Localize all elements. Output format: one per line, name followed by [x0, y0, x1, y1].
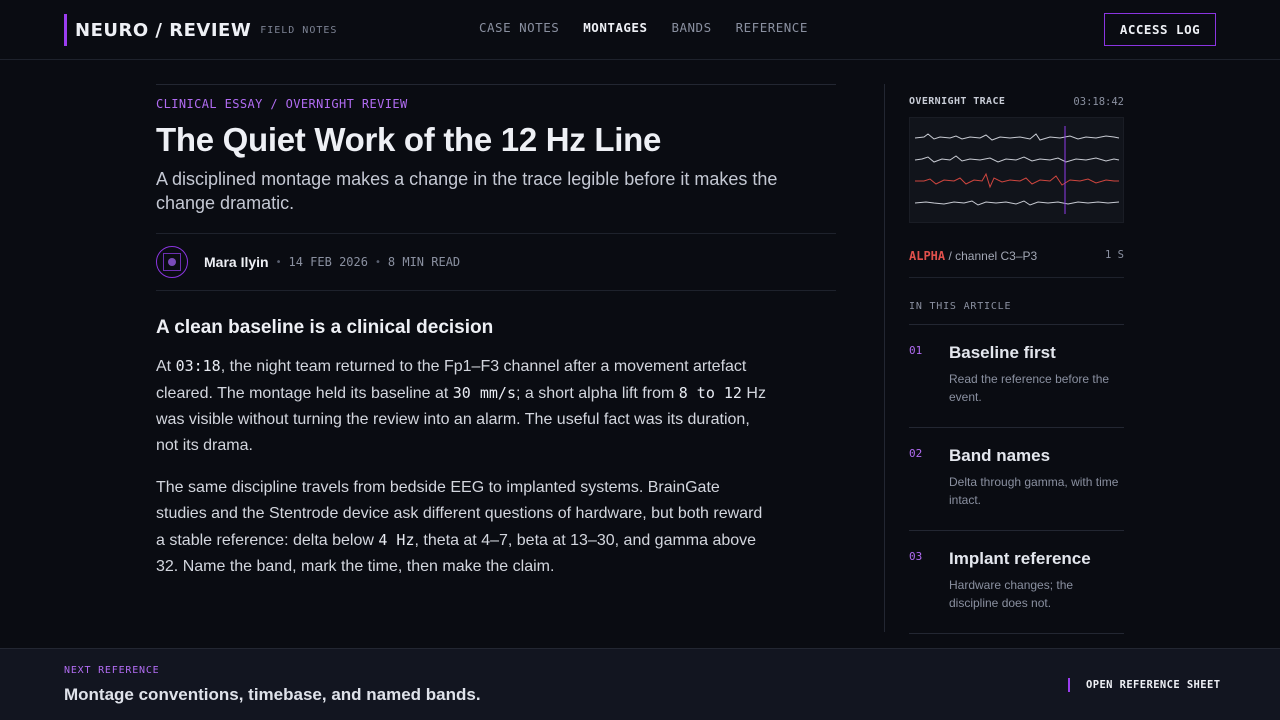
nav-reference[interactable]: REFERENCE	[736, 20, 808, 35]
next-reference-footer: NEXT REFERENCE Montage conventions, time…	[0, 648, 1280, 720]
body-paragraph: The same discipline travels from bedside…	[156, 475, 766, 580]
toc-number: 01	[909, 344, 923, 357]
eeg-trace-icon	[914, 126, 1120, 214]
band-scale: 1 S	[1105, 248, 1124, 261]
brand[interactable]: NEURO / REVIEW FIELD NOTES	[64, 14, 337, 46]
text-run: ; a short alpha lift from	[516, 385, 679, 402]
avatar-dot	[168, 258, 176, 266]
toc-text: Implant reference Hardware changes; the …	[949, 549, 1124, 633]
toc-description: Read the reference before the event.	[949, 372, 1110, 404]
text-run: At	[156, 358, 176, 375]
article-title: The Quiet Work of the 12 Hz Line	[156, 121, 662, 158]
next-reference-label: NEXT REFERENCE	[64, 665, 160, 676]
eeg-trace-preview[interactable]	[909, 117, 1124, 223]
toc-heading: Band names	[949, 446, 1051, 465]
column-divider	[884, 84, 885, 632]
toc-text: Band names Delta through gamma, with tim…	[949, 446, 1124, 530]
inline-code: 03:18	[175, 357, 221, 375]
main-nav: CASE NOTES MONTAGES BANDS REFERENCE	[479, 20, 808, 35]
toc-text: Baseline first Read the reference before…	[949, 343, 1124, 427]
article-kicker: CLINICAL ESSAY / OVERNIGHT REVIEW	[156, 97, 408, 111]
toc-description: Hardware changes; the discipline does no…	[949, 578, 1074, 610]
toc-description: Delta through gamma, with time intact.	[949, 475, 1119, 507]
nav-bands[interactable]: BANDS	[671, 20, 711, 35]
article: CLINICAL ESSAY / OVERNIGHT REVIEW The Qu…	[156, 84, 836, 580]
brand-title: NEURO / REVIEW	[75, 19, 252, 41]
meta-separator-dot: •	[275, 256, 282, 268]
band-label: ALPHA / channel C3–P3	[909, 245, 1037, 264]
nav-montages[interactable]: MONTAGES	[583, 20, 647, 35]
brand-subtitle: FIELD NOTES	[260, 24, 338, 36]
top-bar: NEURO / REVIEW FIELD NOTES CASE NOTES MO…	[0, 0, 1280, 60]
toc-title: IN THIS ARTICLE	[909, 301, 1124, 325]
band-readout: ALPHA / channel C3–P3 1 S	[909, 232, 1124, 278]
inline-code: 4 Hz	[378, 531, 415, 549]
read-time: 8 MIN READ	[387, 255, 461, 269]
author-name[interactable]: Mara Ilyin	[204, 254, 269, 270]
toc-number: 03	[909, 550, 923, 563]
band-channel: / channel C3–P3	[945, 249, 1038, 263]
band-name: ALPHA	[909, 249, 946, 263]
toc-number: 02	[909, 447, 923, 460]
trace-header: OVERNIGHT TRACE 03:18:42	[909, 96, 1124, 108]
next-reference-title[interactable]: Montage conventions, timebase, and named…	[64, 685, 481, 705]
toc-item-implant-reference[interactable]: 03 Implant reference Hardware changes; t…	[909, 531, 1124, 634]
trace-title: OVERNIGHT TRACE	[909, 96, 1006, 107]
toc-heading: Baseline first	[949, 343, 1056, 362]
toc-item-band-names[interactable]: 02 Band names Delta through gamma, with …	[909, 428, 1124, 531]
inline-code: 30 mm/s	[452, 384, 516, 402]
publish-date: 14 FEB 2026	[288, 255, 368, 269]
byline: Mara Ilyin • 14 FEB 2026 • 8 MIN READ	[156, 233, 836, 291]
open-reference-sheet-link[interactable]: OPEN REFERENCE SHEET	[1068, 678, 1220, 692]
avatar	[156, 246, 188, 278]
toc-heading: Implant reference	[949, 549, 1091, 568]
trace-timestamp: 03:18:42	[1073, 96, 1124, 108]
article-dek: A disciplined montage makes a change in …	[156, 169, 778, 213]
meta-separator-dot: •	[374, 256, 381, 268]
sidebar: OVERNIGHT TRACE 03:18:42 ALPHA / channel…	[909, 84, 1124, 634]
section-heading: A clean baseline is a clinical decision	[156, 317, 494, 338]
nav-case-notes[interactable]: CASE NOTES	[479, 20, 559, 35]
avatar-frame	[163, 253, 181, 271]
body-paragraph: At 03:18, the night team returned to the…	[156, 353, 766, 459]
access-log-button[interactable]: ACCESS LOG	[1104, 13, 1216, 46]
inline-code: 8 to 12	[678, 384, 742, 402]
toc-item-baseline-first[interactable]: 01 Baseline first Read the reference bef…	[909, 325, 1124, 428]
